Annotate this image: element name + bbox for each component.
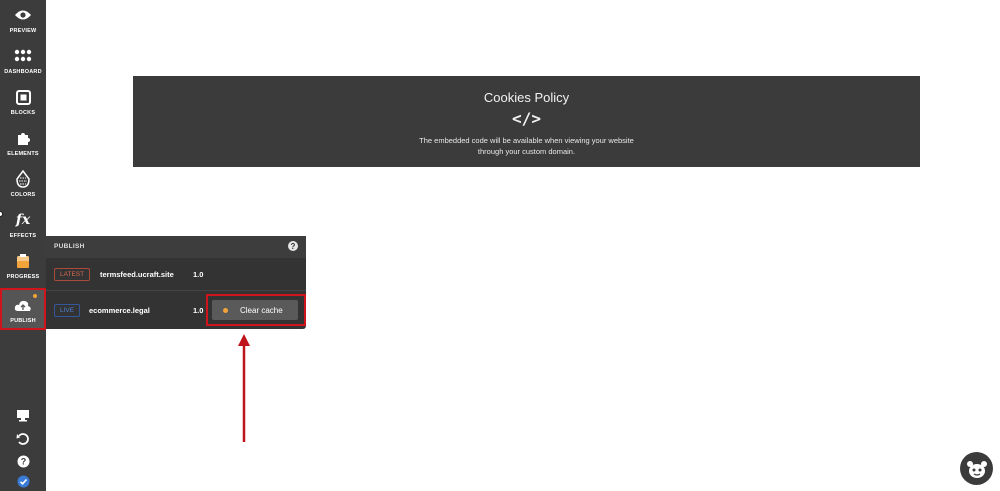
sidebar-item-label: EFFECTS: [9, 233, 37, 239]
grid-icon: [13, 46, 33, 66]
sidebar-item-progress[interactable]: PROGRESS: [0, 251, 46, 291]
chatbot-icon[interactable]: [960, 452, 993, 485]
version-label: 1.0: [193, 270, 204, 279]
undo-icon[interactable]: [13, 429, 33, 449]
fx-icon: fx: [15, 212, 31, 228]
help-icon[interactable]: ?: [13, 451, 33, 471]
palette-icon: [13, 169, 33, 189]
status-dot: [33, 294, 37, 298]
puzzle-icon: [13, 128, 33, 148]
sidebar-item-elements[interactable]: ELEMENTS: [0, 128, 46, 168]
sidebar-item-label: COLORS: [10, 192, 36, 198]
sidebar-item-label: PREVIEW: [9, 28, 37, 34]
domain-link[interactable]: termsfeed.ucraft.site: [100, 270, 174, 279]
embed-message-line: The embedded code will be available when…: [419, 136, 634, 145]
embed-message-line: through your custom domain.: [477, 147, 576, 156]
version-label: 1.0: [193, 306, 204, 315]
desktop-icon[interactable]: [13, 405, 33, 425]
check-badge-icon[interactable]: [13, 471, 33, 491]
domain-link[interactable]: ecommerce.legal: [89, 306, 150, 315]
help-icon[interactable]: ?: [288, 241, 298, 251]
sidebar-item-label: PROGRESS: [6, 274, 40, 280]
progress-icon: [13, 251, 33, 271]
panel-title: PUBLISH: [54, 243, 85, 250]
embed-title: Cookies Policy: [483, 90, 570, 105]
sidebar-item-dashboard[interactable]: DASHBOARD: [0, 46, 46, 86]
highlight-box: [206, 294, 306, 326]
cloud-upload-icon: [13, 295, 33, 315]
sidebar-item-label: DASHBOARD: [4, 69, 42, 75]
sidebar-item-label: PUBLISH: [10, 318, 36, 324]
left-sidebar: PREVIEW DASHBOARD BLOCKS ELEMENTS COLORS…: [0, 0, 46, 491]
sidebar-item-blocks[interactable]: BLOCKS: [0, 87, 46, 127]
blocks-icon: [13, 87, 33, 107]
sidebar-item-colors[interactable]: COLORS: [0, 169, 46, 209]
svg-text:?: ?: [20, 456, 26, 466]
sidebar-item-preview[interactable]: PREVIEW: [0, 5, 46, 45]
sidebar-item-label: ELEMENTS: [7, 151, 39, 157]
sidebar-item-publish[interactable]: PUBLISH: [0, 288, 46, 330]
publish-row-latest: LATEST termsfeed.ucraft.site 1.0: [46, 260, 306, 291]
embed-code-block: Cookies Policy </> The embedded code wil…: [133, 76, 920, 167]
live-badge: LIVE: [54, 304, 81, 317]
sidebar-item-label: BLOCKS: [10, 110, 36, 116]
annotation-arrow: [238, 334, 250, 442]
panel-header: PUBLISH ?: [46, 236, 306, 258]
eye-icon: [13, 5, 33, 25]
sidebar-item-effects[interactable]: fx EFFECTS: [0, 210, 46, 250]
code-icon: </>: [512, 109, 541, 128]
embed-message: The embedded code will be available when…: [133, 135, 920, 157]
latest-badge: LATEST: [54, 268, 91, 281]
